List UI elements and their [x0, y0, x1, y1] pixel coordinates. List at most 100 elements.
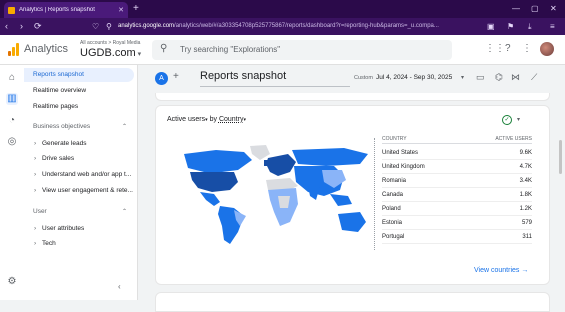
home-icon[interactable]: ⌂ — [6, 72, 18, 84]
main-content: A + Reports snapshot Custom Jul 4, 2024 … — [138, 65, 565, 312]
browser-menu-icon[interactable]: ≡ — [550, 21, 555, 32]
advertising-icon[interactable]: ◎ — [6, 136, 18, 148]
chevron-down-icon[interactable]: ▾ — [461, 74, 464, 81]
new-tab-icon[interactable]: + — [133, 3, 139, 15]
avatar[interactable] — [540, 42, 554, 56]
insights-icon[interactable]: ⌬ — [495, 72, 503, 83]
nav-item-drive-sales[interactable]: Drive sales — [24, 152, 134, 165]
nav-item-user-attributes[interactable]: User attributes — [24, 222, 134, 235]
table-row[interactable]: Portugal 311 — [382, 230, 532, 244]
card-title: Active users▾ by Country▾ — [167, 116, 246, 123]
nav-item-tech[interactable]: Tech — [24, 237, 134, 250]
active-users-value: 4.7K — [519, 164, 532, 170]
site-info-icon[interactable]: ⚲ — [106, 21, 112, 32]
nav-item-realtime-overview[interactable]: Realtime overview — [24, 84, 134, 98]
nav-item-understand-traffic[interactable]: Understand web and/or app t... — [24, 168, 134, 181]
page-title: Reports snapshot — [200, 70, 350, 87]
back-icon[interactable]: ‹ — [5, 20, 8, 32]
download-icon[interactable]: ⤓ — [528, 21, 532, 32]
gear-icon[interactable]: ⚙ — [6, 276, 18, 288]
maximize-icon[interactable]: ▢ — [531, 2, 539, 16]
chevron-up-icon[interactable]: ⌃ — [122, 208, 127, 215]
app-name: Analytics — [24, 43, 69, 55]
date-range-picker[interactable]: Jul 4, 2024 - Sep 30, 2025 — [376, 74, 452, 81]
customize-report-icon[interactable]: ▭ — [476, 72, 485, 83]
left-rail: ⌂ ▥ ◔ ◎ ⚙ — [0, 65, 24, 300]
table-header: COUNTRY ACTIVE USERS — [382, 136, 532, 144]
add-comparison-icon[interactable]: + — [173, 71, 179, 82]
view-countries-label: View countries — [474, 267, 520, 274]
metric-selector[interactable]: Active users — [167, 116, 205, 123]
browser-tab-bar: Analytics | Reports snapshot ✕ + — ▢ ✕ — [0, 0, 565, 18]
map-region-russia — [292, 148, 368, 166]
date-custom-label: Custom — [354, 75, 373, 81]
more-vert-icon[interactable]: ⋮ — [522, 43, 532, 55]
chevron-up-icon[interactable]: ⌃ — [122, 123, 127, 130]
close-window-icon[interactable]: ✕ — [550, 2, 557, 16]
search-bar[interactable]: ⚲ Try searching "Explorations" — [152, 40, 452, 60]
forward-icon[interactable]: › — [20, 20, 23, 32]
map-region-central-africa — [278, 196, 290, 208]
map-region-alaska-greenland — [250, 145, 270, 160]
account-breadcrumb[interactable]: All accounts > Royal Media — [80, 40, 140, 46]
minimize-icon[interactable]: — — [512, 2, 520, 16]
table-row[interactable]: Estonia 579 — [382, 216, 532, 230]
close-tab-icon[interactable]: ✕ — [118, 6, 124, 14]
card-menu-icon[interactable]: ▾ — [517, 116, 520, 123]
trend-icon[interactable]: ⟋ — [531, 72, 537, 83]
table-row[interactable]: Romania 3.4K — [382, 174, 532, 188]
country-name: Poland — [382, 206, 401, 212]
apps-grid-icon[interactable]: ⋮⋮ — [485, 43, 505, 55]
map-region-canada — [184, 150, 252, 172]
chevron-down-icon: ▾ — [135, 51, 142, 58]
help-icon[interactable]: ? — [505, 43, 511, 55]
world-map — [184, 145, 368, 244]
url-field[interactable]: analytics.google.com/analytics/web/#/a30… — [118, 21, 478, 32]
url-path: /analytics/web/#/a303354708p525775867/re… — [174, 23, 439, 29]
property-name: UGDB.com — [80, 47, 136, 59]
view-countries-link[interactable]: View countries → — [474, 267, 528, 274]
country-name: Portugal — [382, 234, 405, 240]
map-region-united-states — [190, 172, 238, 192]
section-title-user[interactable]: User — [33, 208, 47, 215]
nav-item-generate-leads[interactable]: Generate leads — [24, 137, 134, 150]
map-region-uk — [264, 160, 268, 166]
share-icon[interactable]: ⋈ — [511, 72, 520, 83]
analytics-header: Analytics All accounts > Royal Media UGD… — [0, 35, 565, 65]
reload-icon[interactable]: ⟳ — [34, 20, 42, 32]
explore-icon[interactable]: ◔ — [6, 115, 18, 127]
collapse-nav-icon[interactable]: ‹ — [118, 282, 121, 291]
active-users-value: 579 — [521, 220, 532, 226]
table-row[interactable]: Canada 1.8K — [382, 188, 532, 202]
table-row[interactable]: United Kingdom 4.7K — [382, 160, 532, 174]
sidebar-toggle-icon[interactable]: ▣ — [487, 21, 495, 32]
table-row[interactable]: Poland 1.2K — [382, 202, 532, 216]
nav-item-user-engagement[interactable]: View user engagement & rete... — [24, 184, 134, 197]
map-region-mexico — [200, 192, 220, 206]
dimension-selector[interactable]: Country — [219, 116, 244, 123]
table-row[interactable]: United States 9.6K — [382, 146, 532, 160]
column-header-active-users: ACTIVE USERS — [495, 136, 532, 142]
active-users-value: 1.2K — [519, 206, 532, 212]
active-users-value: 311 — [522, 234, 532, 240]
reports-nav: Reports snapshot Realtime overview Realt… — [24, 65, 138, 300]
column-header-country: COUNTRY — [382, 136, 407, 142]
page-scrollbar[interactable] — [559, 140, 562, 174]
nav-item-realtime-pages[interactable]: Realtime pages — [24, 100, 134, 114]
nav-item-reports-snapshot[interactable]: Reports snapshot — [24, 68, 134, 82]
bookmark-icon[interactable]: ♡ — [92, 21, 99, 32]
chevron-down-icon[interactable]: ▾ — [243, 117, 246, 123]
extension-icon[interactable]: ⚑ — [507, 21, 514, 32]
card-below — [155, 292, 550, 312]
card-title-by: by — [207, 116, 219, 123]
property-selector[interactable]: UGDB.com ▾ — [80, 47, 141, 59]
section-title-business-objectives[interactable]: Business objectives — [33, 123, 90, 130]
comparison-avatar[interactable]: A — [155, 72, 168, 85]
reports-icon[interactable]: ▥ — [6, 93, 18, 105]
map-region-southeast-asia — [330, 194, 352, 206]
search-placeholder: Try searching "Explorations" — [180, 45, 281, 54]
browser-tab[interactable]: Analytics | Reports snapshot ✕ — [4, 2, 128, 18]
report-header: A + Reports snapshot Custom Jul 4, 2024 … — [138, 65, 565, 93]
data-quality-check-icon[interactable]: ✓ — [502, 115, 512, 125]
address-bar: ‹ › ⟳ ♡ ⚲ analytics.google.com/analytics… — [0, 18, 565, 35]
